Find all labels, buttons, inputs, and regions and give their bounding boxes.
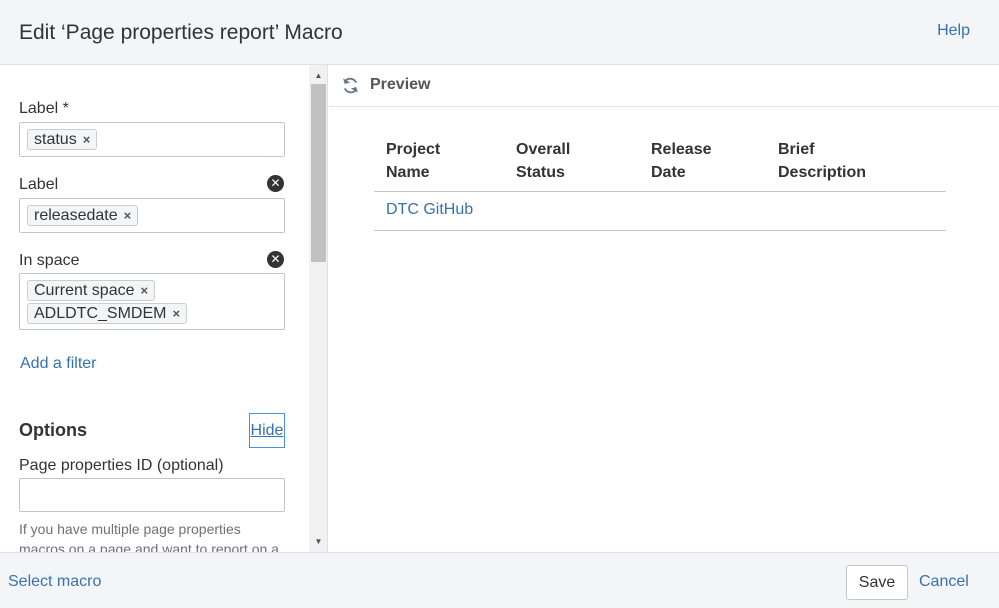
- dialog-title: Edit ‘Page properties report’ Macro: [19, 21, 343, 44]
- label-filter-2-input[interactable]: releasedate ×: [19, 198, 285, 233]
- label-filter-label: Label *: [19, 100, 69, 117]
- preview-panel: Preview Project Name Overall Status Rele…: [329, 65, 999, 552]
- select-macro-link[interactable]: Select macro: [8, 573, 101, 591]
- table-row-divider: [374, 230, 946, 231]
- scroll-down-arrow-icon[interactable]: ▼: [309, 533, 328, 550]
- table-row-link[interactable]: DTC GitHub: [386, 201, 473, 219]
- save-button[interactable]: Save: [846, 565, 908, 600]
- scroll-up-arrow-icon[interactable]: ▲: [309, 67, 328, 84]
- help-link[interactable]: Help: [937, 22, 970, 40]
- macro-editor-dialog: Edit ‘Page properties report’ Macro Help…: [0, 0, 999, 608]
- scroll-thumb[interactable]: [311, 84, 326, 262]
- add-filter-link[interactable]: Add a filter: [20, 355, 96, 373]
- remove-tag-icon[interactable]: ×: [172, 304, 180, 323]
- page-properties-id-label: Page properties ID (optional): [19, 457, 224, 474]
- column-header: Project Name: [386, 141, 441, 181]
- remove-tag-icon[interactable]: ×: [124, 206, 132, 225]
- label-filter-input[interactable]: status ×: [19, 122, 285, 157]
- column-header: Overall Status: [516, 141, 571, 181]
- refresh-icon[interactable]: [341, 76, 360, 95]
- remove-tag-icon[interactable]: ×: [83, 130, 91, 149]
- column-header: Brief Description: [778, 141, 867, 181]
- options-heading: Options: [19, 420, 87, 440]
- macro-parameters-panel: Label * status × Label ✕ releasedate × I…: [0, 65, 309, 552]
- cancel-link[interactable]: Cancel: [919, 573, 969, 591]
- tag-space-key: ADLDTC_SMDEM ×: [27, 303, 188, 324]
- preview-header: Preview: [329, 65, 999, 107]
- preview-label: Preview: [370, 76, 431, 93]
- dialog-header: Edit ‘Page properties report’ Macro Help: [0, 0, 999, 65]
- space-filter-input[interactable]: Current space × ADLDTC_SMDEM ×: [19, 273, 285, 330]
- tag-releasedate: releasedate ×: [27, 205, 139, 226]
- page-properties-id-input[interactable]: [19, 478, 285, 512]
- label-filter-2-label: Label: [19, 176, 59, 193]
- space-filter-label: In space: [19, 252, 80, 269]
- hide-options-button[interactable]: Hide: [249, 413, 285, 448]
- tag-status: status ×: [27, 129, 98, 150]
- left-panel-scrollbar[interactable]: ▲ ▼: [309, 65, 328, 552]
- table-header-divider: [374, 191, 946, 192]
- remove-tag-icon[interactable]: ×: [141, 281, 149, 300]
- clear-filter-icon[interactable]: ✕: [267, 251, 284, 268]
- dialog-footer: Select macro Save Cancel: [0, 552, 999, 608]
- clear-filter-icon[interactable]: ✕: [267, 175, 284, 192]
- tag-current-space: Current space ×: [27, 280, 156, 301]
- page-properties-id-help: If you have multiple page properties mac…: [19, 521, 279, 552]
- column-header: Release Date: [651, 141, 712, 181]
